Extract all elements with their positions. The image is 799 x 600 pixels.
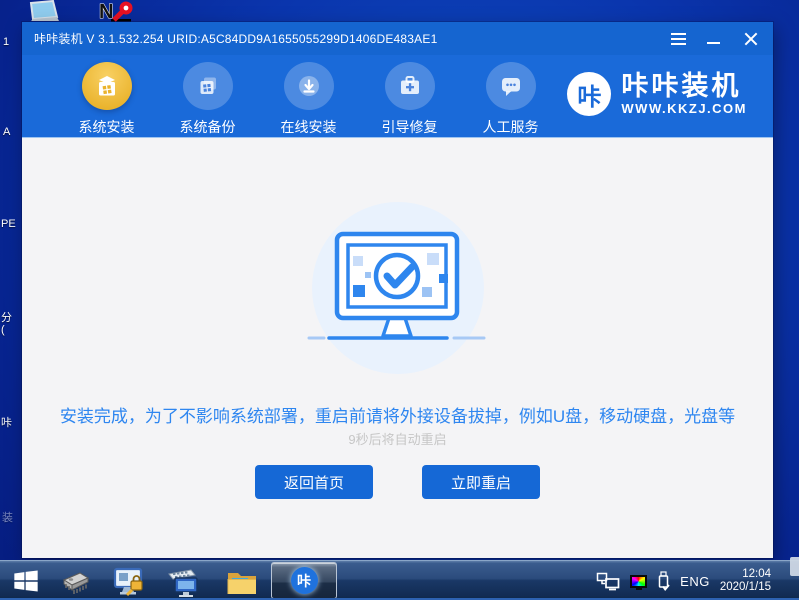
nav-label: 系统备份	[180, 117, 236, 137]
nav-item-online-install[interactable]: 在线安装	[258, 55, 359, 137]
laptop-icon[interactable]	[26, 0, 60, 22]
desktop-icon-label-fragment: 1	[3, 36, 17, 48]
chip-icon[interactable]	[57, 566, 93, 597]
menu-icon[interactable]	[671, 30, 688, 47]
keyboard-monitor-icon[interactable]	[165, 566, 201, 597]
brand-logo: 咔 咔咔装机 WWW.KKZJ.COM	[567, 72, 747, 116]
nav-item-system-install[interactable]: 系统安装	[56, 55, 157, 137]
backup-copy-icon	[183, 62, 233, 110]
main-content: 安装完成，为了不影响系统部署，重启前请将外接设备拔掉，例如U盘，移动硬盘，光盘等…	[22, 137, 773, 558]
back-home-button[interactable]: 返回首页	[255, 465, 373, 499]
nav-item-system-backup[interactable]: 系统备份	[157, 55, 258, 137]
clock-time: 12:04	[720, 568, 771, 582]
boot-repair-toolbox-icon	[385, 62, 435, 110]
desktop-icon-label-fragment: PE	[1, 218, 23, 230]
brand-name: 咔咔装机	[621, 72, 747, 100]
start-icon[interactable]	[12, 567, 40, 595]
n-key-icon[interactable]: N	[97, 0, 139, 22]
kaka-logo-icon: 咔	[567, 72, 611, 116]
window-title: 咔咔装机 V 3.1.532.254 URID:A5C84DD9A1655055…	[22, 30, 437, 47]
clock-date: 2020/1/15	[720, 581, 771, 595]
kaka-app-icon[interactable]: 咔	[271, 562, 337, 599]
install-package-icon	[82, 62, 132, 110]
nav-label: 引导修复	[382, 117, 438, 137]
minimize-icon[interactable]	[707, 30, 724, 47]
online-download-icon	[284, 62, 334, 110]
nav-label: 系统安装	[79, 117, 135, 137]
taskbar: 咔 ENG 12:04 2020/1/15	[0, 560, 799, 600]
language-indicator[interactable]: ENG	[680, 574, 710, 589]
usb-icon[interactable]	[657, 571, 670, 591]
network-icon[interactable]	[596, 572, 620, 591]
monitor-check-illustration	[303, 226, 493, 346]
monitor-lock-icon[interactable]	[112, 566, 148, 597]
desktop-icon-label-fragment: 分(	[1, 312, 15, 336]
nav-bar: 系统安装 系统备份	[22, 55, 773, 137]
kaka-taskbar-badge: 咔	[291, 567, 318, 594]
restart-countdown: 9秒后将自动重启	[22, 429, 773, 448]
system-tray: ENG 12:04 2020/1/15	[596, 561, 799, 600]
show-desktop-button[interactable]	[790, 557, 799, 576]
nav-label: 人工服务	[483, 117, 539, 137]
restart-now-button[interactable]: 立即重启	[422, 465, 540, 499]
kaka-installer-window: 咔咔装机 V 3.1.532.254 URID:A5C84DD9A1655055…	[22, 22, 773, 558]
window-controls	[671, 30, 773, 47]
desktop-icon-label-fragment: A	[3, 126, 17, 138]
desktop-icon-label-fragment: 咔	[1, 417, 15, 429]
install-complete-message: 安装完成，为了不影响系统部署，重启前请将外接设备拔掉，例如U盘，移动硬盘，光盘等	[22, 402, 773, 427]
desktop-icon-label-fragment: 装	[2, 512, 16, 524]
display-color-icon[interactable]	[630, 575, 647, 588]
nav-item-boot-repair[interactable]: 引导修复	[359, 55, 460, 137]
nav-item-support[interactable]: 人工服务	[460, 55, 561, 137]
support-chat-icon	[486, 62, 536, 110]
close-icon[interactable]	[743, 30, 760, 47]
svg-text:N: N	[99, 1, 113, 22]
folder-icon[interactable]	[224, 566, 260, 597]
title-bar: 咔咔装机 V 3.1.532.254 URID:A5C84DD9A1655055…	[22, 22, 773, 55]
nav-label: 在线安装	[281, 117, 337, 137]
brand-site-url: WWW.KKZJ.COM	[621, 101, 747, 116]
clock[interactable]: 12:04 2020/1/15	[720, 568, 771, 595]
